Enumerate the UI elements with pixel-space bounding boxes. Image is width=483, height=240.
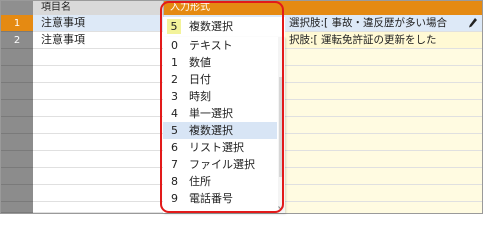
row-number-empty bbox=[1, 83, 33, 100]
item-name-cell[interactable] bbox=[33, 202, 164, 213]
item-name-cell[interactable] bbox=[33, 100, 164, 116]
row-number-empty bbox=[1, 168, 33, 185]
header-corner bbox=[1, 1, 33, 15]
row-number-empty bbox=[1, 202, 33, 213]
item-name-cell[interactable] bbox=[33, 151, 164, 167]
row-number-empty bbox=[1, 66, 33, 83]
item-name-cell[interactable] bbox=[33, 185, 164, 201]
dropdown-scrollbar[interactable] bbox=[278, 37, 285, 213]
selected-type-number: 5 bbox=[167, 19, 181, 34]
dropdown-option[interactable]: 0 テキスト bbox=[163, 37, 277, 54]
row-number-empty bbox=[1, 185, 33, 202]
options-cell[interactable]: 択肢:[ 運転免許証の更新をした bbox=[289, 32, 436, 48]
pencil-icon[interactable] bbox=[468, 17, 478, 29]
input-type-dropdown-list[interactable]: 0 テキスト 1 数値 2 日付 3 時刻 4 単一選択 5 複数選択 6 リスト選択 7 ファ… bbox=[163, 37, 285, 213]
column-header-input-type[interactable]: 入力形式 bbox=[164, 1, 482, 15]
row-number-empty bbox=[1, 100, 33, 117]
dropdown-option[interactable]: 1 数値 bbox=[163, 54, 277, 71]
row-number-2[interactable]: 2 bbox=[1, 32, 33, 49]
item-name-cell[interactable] bbox=[33, 66, 164, 82]
dropdown-option[interactable]: 9 電話番号 bbox=[163, 190, 277, 207]
scrollbar-thumb[interactable] bbox=[279, 77, 284, 177]
item-name-cell[interactable] bbox=[33, 49, 164, 65]
selected-type-label: 複数選択 bbox=[189, 20, 233, 33]
item-name-cell[interactable] bbox=[33, 168, 164, 184]
row-number-1[interactable]: 1 bbox=[1, 15, 33, 32]
row-number-empty bbox=[1, 49, 33, 66]
dropdown-option[interactable]: 8 住所 bbox=[163, 173, 277, 190]
item-name-cell[interactable]: 注意事項 bbox=[33, 15, 164, 31]
dropdown-option-selected[interactable]: 5 複数選択 bbox=[163, 122, 277, 139]
dropdown-option[interactable]: 7 ファイル選択 bbox=[163, 156, 277, 173]
item-name-cell[interactable] bbox=[33, 83, 164, 99]
item-name-cell[interactable] bbox=[33, 117, 164, 133]
dropdown-option[interactable]: 3 時刻 bbox=[163, 88, 277, 105]
dropdown-option[interactable]: 4 単一選択 bbox=[163, 105, 277, 122]
input-type-select[interactable]: 5 複数選択 bbox=[163, 17, 285, 38]
chevron-down-icon[interactable] bbox=[278, 205, 284, 211]
options-cell[interactable]: 選択肢:[ 事故・違反歴が多い場合 bbox=[289, 15, 447, 31]
row-number-empty bbox=[1, 117, 33, 134]
dropdown-option[interactable]: 2 日付 bbox=[163, 71, 277, 88]
row-number-empty bbox=[1, 134, 33, 151]
item-name-cell[interactable]: 注意事項 bbox=[33, 32, 164, 48]
row-number-empty bbox=[1, 151, 33, 168]
column-header-name[interactable]: 項目名 bbox=[33, 1, 164, 15]
item-name-cell[interactable] bbox=[33, 134, 164, 150]
dropdown-option[interactable]: 6 リスト選択 bbox=[163, 139, 277, 156]
